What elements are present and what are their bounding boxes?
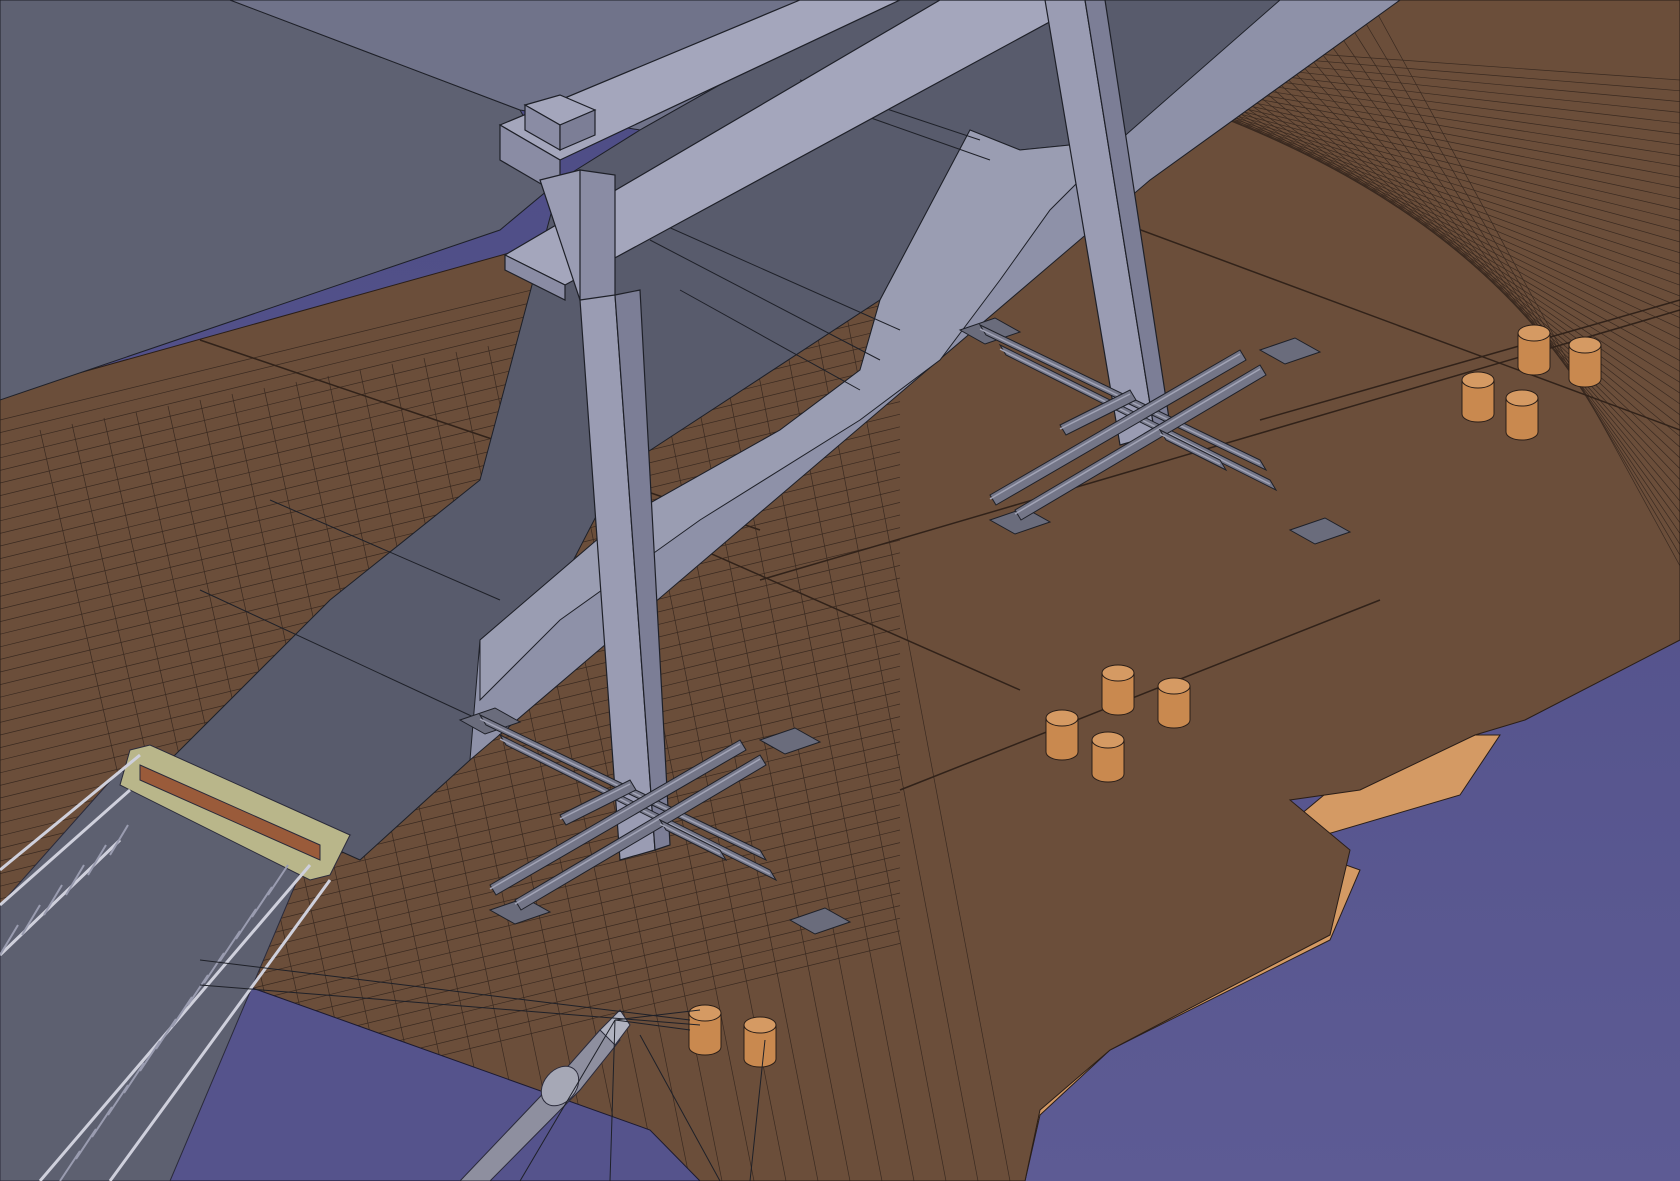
cad-scene[interactable] bbox=[0, 0, 1680, 1181]
cad-viewport[interactable] bbox=[0, 0, 1680, 1181]
